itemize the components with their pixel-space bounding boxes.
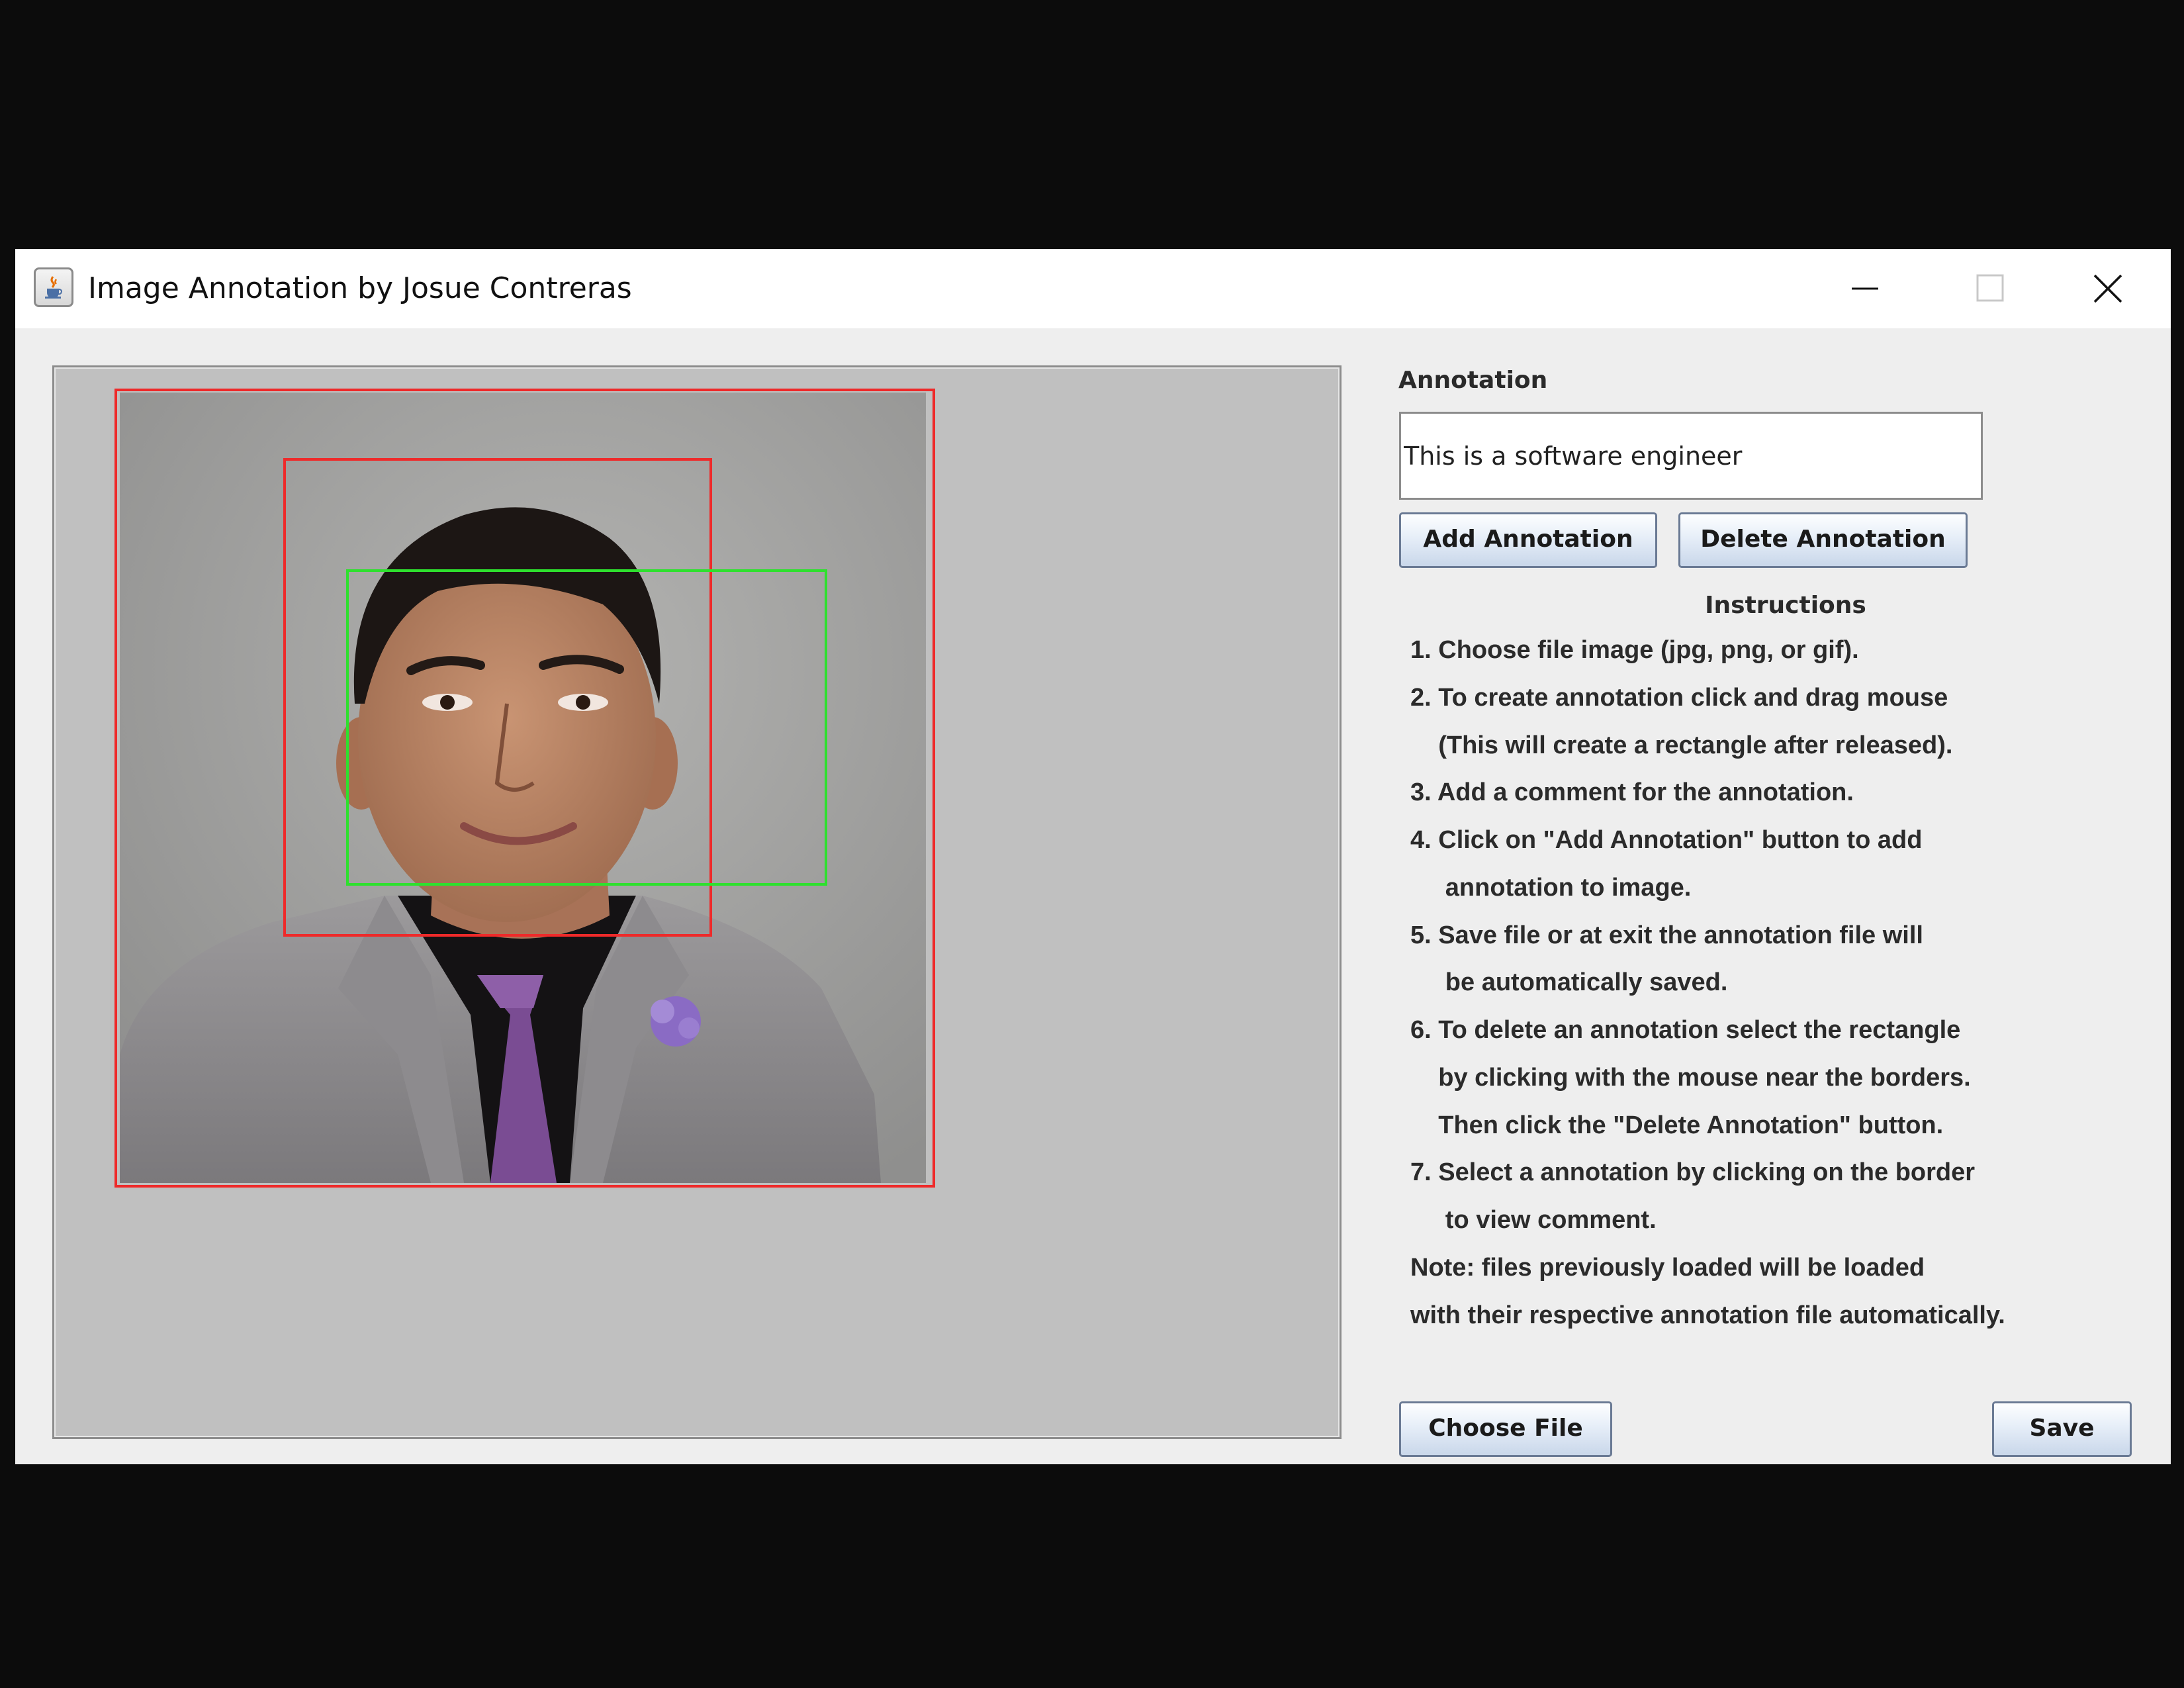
java-cup-icon [34, 267, 73, 307]
instruction-line: (This will create a rectangle after rele… [1410, 731, 1953, 759]
instruction-line: by clicking with the mouse near the bord… [1410, 1064, 1971, 1092]
window-title: Image Annotation by Josue Contreras [88, 271, 632, 305]
instruction-line: 4. Click on "Add Annotation" button to a… [1410, 826, 1923, 854]
maximize-button[interactable] [1928, 249, 2054, 328]
minimize-button[interactable] [1802, 249, 1928, 328]
instruction-note: with their respective annotation file au… [1410, 1301, 2005, 1329]
instruction-line: be automatically saved. [1410, 968, 1728, 996]
instructions-title: Instructions [1705, 592, 1866, 619]
app-window: Image Annotation by Josue Contreras Anno… [15, 249, 2171, 1464]
minimize-icon [1852, 287, 1878, 290]
delete-annotation-button[interactable]: Delete Annotation [1678, 512, 1968, 568]
instruction-note: Note: files previously loaded will be lo… [1410, 1254, 1925, 1282]
instruction-line: 1. Choose file image (jpg, png, or gif). [1410, 636, 1859, 664]
instruction-line: 7. Select a annotation by clicking on th… [1410, 1158, 1976, 1186]
choose-file-button[interactable]: Choose File [1399, 1401, 1612, 1457]
add-annotation-button[interactable]: Add Annotation [1399, 512, 1657, 568]
instruction-line: to view comment. [1410, 1206, 1657, 1234]
instruction-line: annotation to image. [1410, 874, 1692, 902]
annotation-label: Annotation [1398, 367, 1548, 394]
instruction-line: 6. To delete an annotation select the re… [1410, 1016, 1961, 1044]
close-icon [2093, 274, 2122, 303]
maximize-icon [1976, 274, 2004, 302]
selected-annotation-rectangle[interactable] [346, 569, 827, 886]
instruction-line: 5. Save file or at exit the annotation f… [1410, 921, 1923, 949]
image-canvas[interactable] [52, 365, 1342, 1439]
close-button[interactable] [2045, 249, 2171, 328]
title-bar[interactable]: Image Annotation by Josue Contreras [15, 249, 2171, 328]
annotation-input[interactable] [1399, 412, 1983, 500]
instruction-line: 2. To create annotation click and drag m… [1410, 684, 1948, 712]
save-button[interactable]: Save [1992, 1401, 2132, 1457]
instruction-line: Then click the "Delete Annotation" butto… [1410, 1111, 1944, 1139]
instruction-line: 3. Add a comment for the annotation. [1410, 778, 1854, 806]
